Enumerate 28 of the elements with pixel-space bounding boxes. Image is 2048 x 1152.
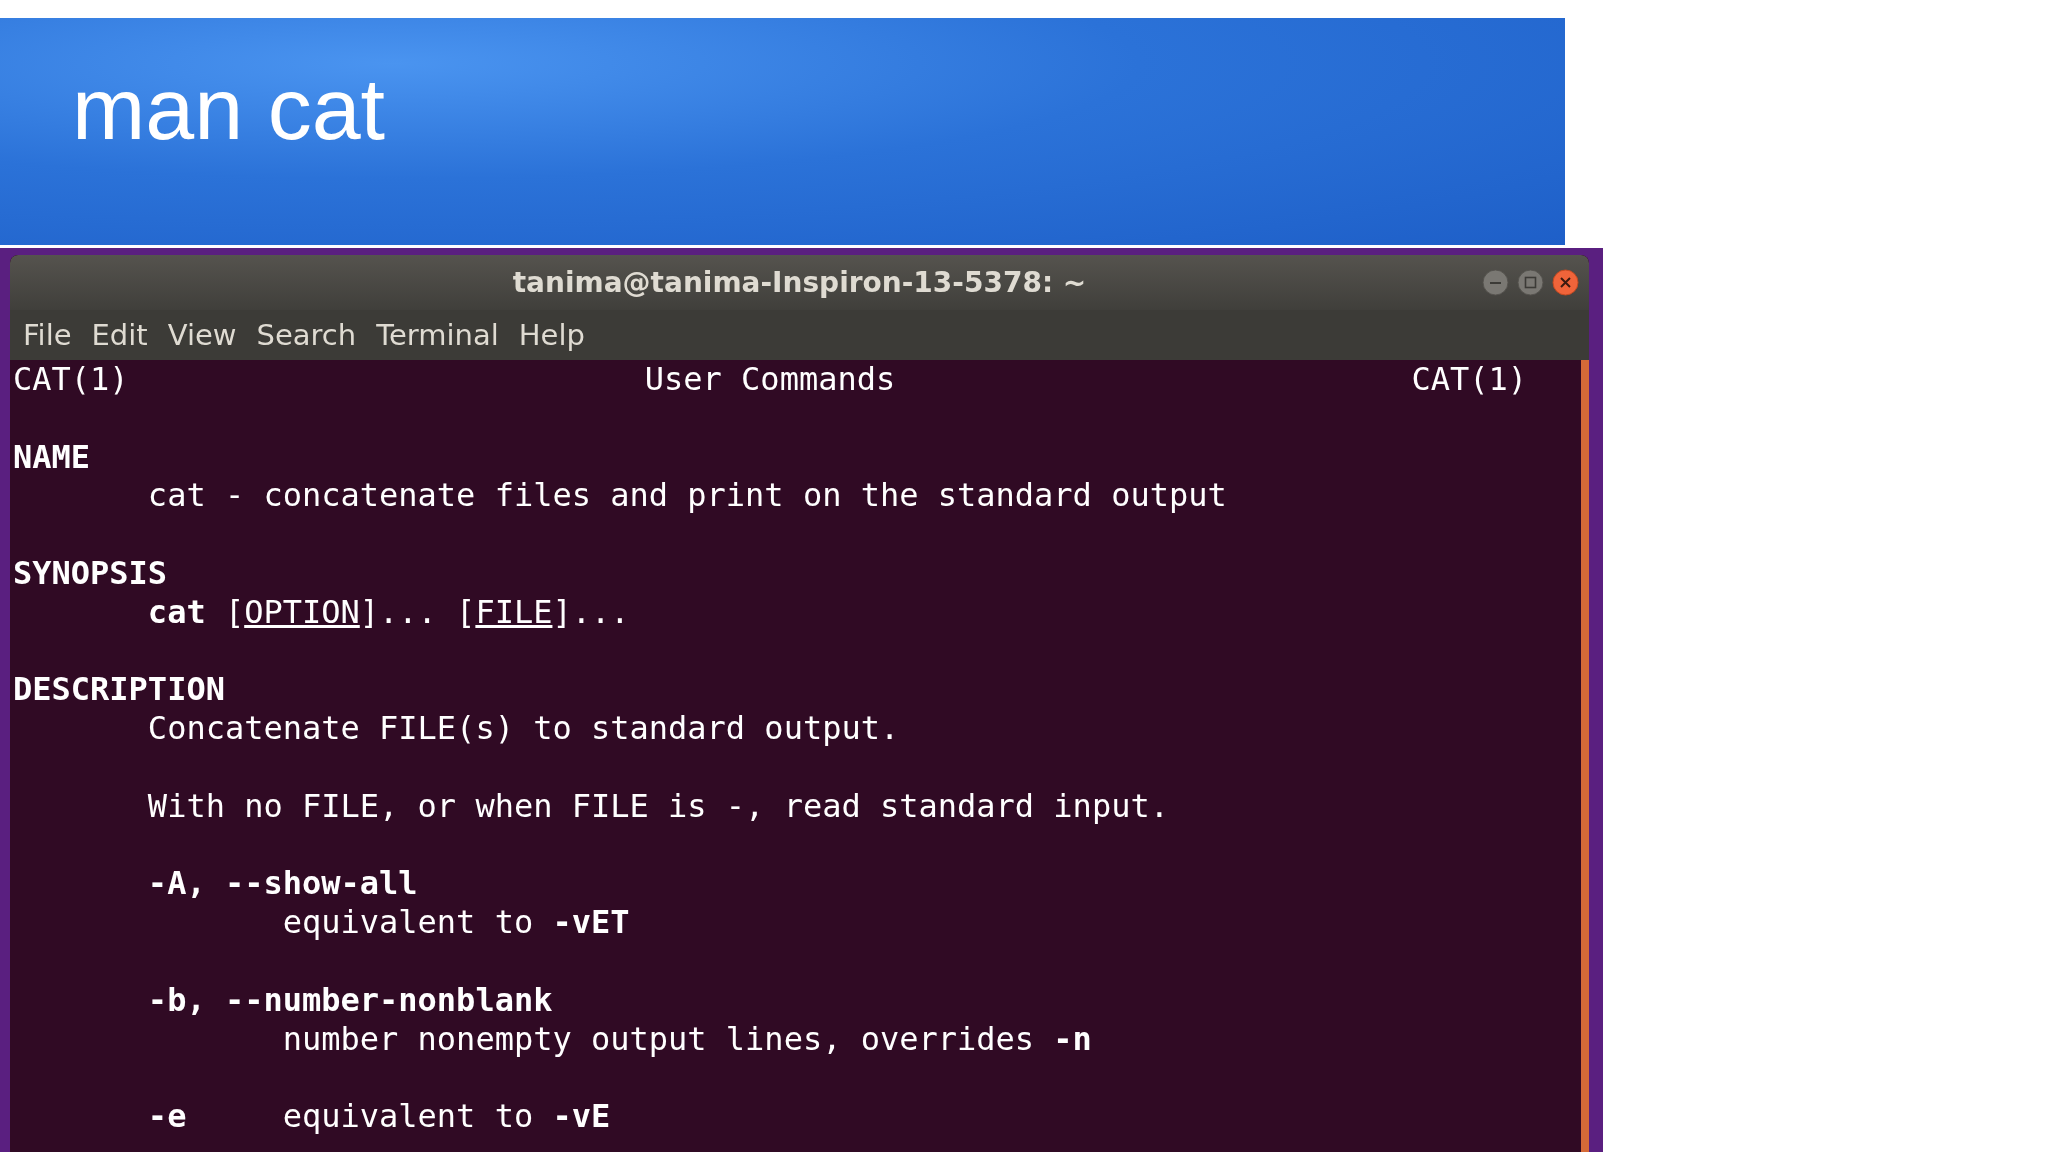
close-button[interactable] [1552, 269, 1579, 296]
section-heading: DESCRIPTION [13, 670, 225, 709]
page-header-left: CAT(1) [13, 360, 129, 399]
text-line: Concatenate FILE(s) to standard output. [147, 709, 900, 748]
minimize-button[interactable] [1482, 269, 1509, 296]
section-heading: SYNOPSIS [13, 554, 168, 592]
maximize-button[interactable] [1517, 269, 1544, 296]
option-description: number nonempty output lines, overrides -n [282, 1019, 1092, 1059]
option-description: equivalent to -vE [282, 1097, 611, 1136]
option-name: -b, --number-nonblank [147, 980, 553, 1019]
menu-item[interactable]: View [157, 318, 247, 352]
slide-title: man cat [72, 58, 386, 160]
window-title: tanima@tanima-Inspiron-13-5378: ~ [512, 266, 1087, 299]
scrollbar[interactable] [1581, 360, 1589, 1152]
menu-item[interactable]: Edit [81, 318, 158, 352]
text-line: cat - concatenate files and print on the standard output [147, 476, 1227, 516]
menu-item[interactable]: File [13, 318, 82, 352]
option-name: -A, --show-all [147, 864, 418, 903]
text-line: cat [OPTION]... [FILE]... [147, 592, 630, 632]
menu-item[interactable]: Search [246, 318, 367, 352]
option-name: -e [147, 1097, 188, 1136]
option-description: equivalent to -vET [282, 903, 630, 942]
menu-item[interactable]: Terminal [366, 318, 509, 352]
text-line: With no FILE, or when FILE is -, read standard input. [147, 786, 1169, 826]
section-heading: NAME [13, 437, 91, 476]
page-header-title: User Commands [644, 360, 896, 399]
menu-item[interactable]: Help [508, 318, 595, 352]
page-header-right: CAT(1) [1411, 360, 1527, 399]
